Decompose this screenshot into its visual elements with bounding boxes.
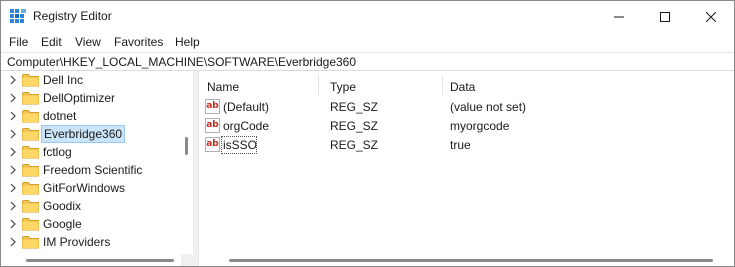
folder-icon bbox=[22, 146, 39, 159]
list-row[interactable]: ab (Default) REG_SZ (value not set) bbox=[199, 98, 734, 117]
folder-icon bbox=[22, 218, 39, 231]
close-button[interactable] bbox=[688, 1, 734, 33]
value-data: (value not set) bbox=[450, 100, 527, 114]
string-value-icon: ab bbox=[205, 137, 220, 152]
menu-edit[interactable]: Edit bbox=[41, 35, 62, 49]
list-horizontal-scroll-thumb[interactable] bbox=[229, 259, 713, 262]
column-header-data[interactable]: Data bbox=[450, 71, 475, 95]
tree-item-label: Google bbox=[43, 217, 82, 231]
address-path[interactable]: Computer\HKEY_LOCAL_MACHINE\SOFTWARE\Eve… bbox=[7, 55, 356, 69]
tree-item[interactable]: Dell Inc bbox=[1, 71, 181, 89]
tree-item-label: fctlog bbox=[43, 145, 72, 159]
chevron-right-icon[interactable] bbox=[10, 183, 16, 193]
registry-editor-app-icon bbox=[10, 9, 26, 23]
tree-item-label: GitForWindows bbox=[43, 181, 126, 195]
tree-item[interactable]: IM Providers bbox=[1, 233, 181, 251]
chevron-right-icon[interactable] bbox=[10, 75, 16, 85]
chevron-right-icon[interactable] bbox=[10, 201, 16, 211]
value-type: REG_SZ bbox=[330, 138, 379, 152]
address-bar[interactable]: Computer\HKEY_LOCAL_MACHINE\SOFTWARE\Eve… bbox=[1, 52, 734, 71]
folder-icon bbox=[22, 164, 39, 177]
registry-editor-window: Registry Editor File Edit View Favorites… bbox=[0, 0, 735, 267]
string-value-icon: ab bbox=[205, 99, 220, 114]
chevron-right-icon[interactable] bbox=[10, 93, 16, 103]
string-value-icon: ab bbox=[205, 118, 220, 133]
chevron-right-icon[interactable] bbox=[10, 219, 16, 229]
tree-horizontal-scrollbar[interactable] bbox=[1, 254, 193, 266]
folder-icon bbox=[22, 182, 39, 195]
column-header-type[interactable]: Type bbox=[330, 71, 356, 95]
tree-item-label: Dell Inc bbox=[43, 73, 84, 87]
key-tree-pane[interactable]: Dell Inc DellOptimizer dotnet Everbridge360… bbox=[1, 71, 193, 254]
tree-item[interactable]: GitForWindows bbox=[1, 179, 181, 197]
value-data: myorgcode bbox=[450, 119, 510, 133]
chevron-right-icon[interactable] bbox=[10, 111, 16, 121]
minimize-button[interactable] bbox=[596, 1, 642, 33]
values-list-pane[interactable]: Name Type Data ab (Default) REG_SZ (value n… bbox=[198, 71, 734, 266]
column-divider[interactable] bbox=[442, 75, 443, 95]
menu-bar: File Edit View Favorites Help bbox=[1, 33, 734, 52]
folder-icon bbox=[22, 236, 39, 249]
tree-item[interactable]: Freedom Scientific bbox=[1, 161, 181, 179]
value-type: REG_SZ bbox=[330, 119, 379, 133]
tree-vertical-scrollbar[interactable] bbox=[181, 71, 193, 254]
tree-item[interactable]: Google bbox=[1, 215, 181, 233]
value-name: (Default) bbox=[223, 100, 270, 114]
folder-icon bbox=[22, 200, 39, 213]
tree-item[interactable]: dotnet bbox=[1, 107, 181, 125]
column-divider[interactable] bbox=[318, 75, 319, 95]
tree-item[interactable]: Goodix bbox=[1, 197, 181, 215]
tree-item-label: DellOptimizer bbox=[43, 91, 116, 105]
close-icon bbox=[706, 12, 716, 22]
list-horizontal-scrollbar[interactable] bbox=[199, 254, 734, 266]
tree-item-label: Everbridge360 bbox=[41, 125, 126, 143]
list-header: Name Type Data bbox=[199, 71, 734, 95]
folder-icon bbox=[22, 92, 39, 105]
tree-item-label: Freedom Scientific bbox=[43, 163, 143, 177]
chevron-right-icon[interactable] bbox=[10, 129, 16, 139]
folder-icon bbox=[22, 110, 39, 123]
tree-vertical-scroll-thumb[interactable] bbox=[185, 137, 188, 155]
value-data: true bbox=[450, 138, 471, 152]
value-type: REG_SZ bbox=[330, 100, 379, 114]
list-row[interactable]: ab isSSO REG_SZ true bbox=[199, 136, 734, 155]
tree-item-label: Goodix bbox=[43, 199, 82, 213]
maximize-icon bbox=[660, 12, 670, 22]
column-header-name[interactable]: Name bbox=[207, 71, 239, 95]
menu-view[interactable]: View bbox=[75, 35, 101, 49]
title-bar[interactable]: Registry Editor bbox=[1, 1, 734, 33]
menu-help[interactable]: Help bbox=[175, 35, 200, 49]
window-title: Registry Editor bbox=[33, 9, 112, 23]
tree-item[interactable]: fctlog bbox=[1, 143, 181, 161]
tree-item-label: dotnet bbox=[43, 109, 77, 123]
value-name: orgCode bbox=[223, 119, 270, 133]
tree-item-label: IM Providers bbox=[43, 235, 111, 249]
menu-favorites[interactable]: Favorites bbox=[114, 35, 163, 49]
tree-item[interactable]: DellOptimizer bbox=[1, 89, 181, 107]
tree-horizontal-scroll-thumb[interactable] bbox=[26, 259, 174, 262]
list-row[interactable]: ab orgCode REG_SZ myorgcode bbox=[199, 117, 734, 136]
minimize-icon bbox=[614, 16, 624, 18]
maximize-button[interactable] bbox=[642, 1, 688, 33]
chevron-right-icon[interactable] bbox=[10, 165, 16, 175]
menu-file[interactable]: File bbox=[9, 35, 28, 49]
tree-item[interactable]: Everbridge360 bbox=[1, 125, 181, 143]
folder-icon bbox=[22, 128, 39, 141]
chevron-right-icon[interactable] bbox=[10, 237, 16, 247]
scroll-corner bbox=[181, 254, 193, 266]
chevron-right-icon[interactable] bbox=[10, 147, 16, 157]
value-name: isSSO bbox=[223, 138, 258, 152]
folder-icon bbox=[22, 74, 39, 87]
